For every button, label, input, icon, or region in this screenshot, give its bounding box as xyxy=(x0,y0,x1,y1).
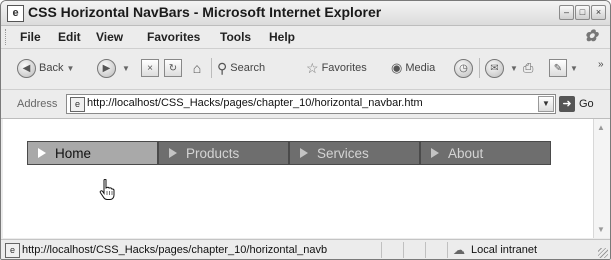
triangle-right-icon xyxy=(431,148,439,158)
scroll-down-icon[interactable]: ▼ xyxy=(597,225,605,234)
title-bar: e CSS Horizontal NavBars - Microsoft Int… xyxy=(1,1,610,26)
scroll-up-icon[interactable]: ▲ xyxy=(597,123,605,132)
menu-favorites[interactable]: Favorites xyxy=(147,30,200,44)
address-bar: Address e http://localhost/CSS_Hacks/pag… xyxy=(1,90,610,119)
minimize-button[interactable]: – xyxy=(559,5,574,20)
menu-help[interactable]: Help xyxy=(269,30,295,44)
print-button[interactable]: ⎙ xyxy=(523,57,533,79)
status-divider xyxy=(381,242,382,258)
stop-icon: × xyxy=(141,59,159,77)
status-bar: e http://localhost/CSS_Hacks/pages/chapt… xyxy=(1,239,610,259)
refresh-button[interactable]: ↻ xyxy=(164,57,182,79)
forward-arrow-icon: ▶ xyxy=(97,58,116,78)
status-divider xyxy=(403,242,404,258)
menu-bar: File Edit View Favorites Tools Help ✿ xyxy=(1,26,610,49)
windows-logo-icon: ✿ xyxy=(584,28,598,45)
media-button[interactable]: ◉ Media xyxy=(391,57,435,79)
toolbar-separator xyxy=(479,58,480,78)
chevron-down-icon: ▼ xyxy=(510,63,518,73)
go-label: Go xyxy=(579,98,594,110)
search-button[interactable]: ⚲ Search xyxy=(217,57,265,79)
address-url[interactable]: http://localhost/CSS_Hacks/pages/chapter… xyxy=(87,97,423,109)
back-label: Back xyxy=(39,62,64,74)
home-button[interactable]: ⌂ xyxy=(189,57,205,79)
security-zone: Local intranet xyxy=(471,244,538,256)
vertical-scrollbar[interactable]: ▲ ▼ xyxy=(593,119,610,238)
mail-button[interactable]: ✉ ▼ xyxy=(485,57,518,79)
nav-item-label: Products xyxy=(186,145,240,161)
nav-item-label: About xyxy=(448,145,484,161)
nav-item-about[interactable]: About xyxy=(420,141,551,165)
window-controls: – □ × xyxy=(559,5,606,20)
status-divider xyxy=(425,242,426,258)
star-icon: ☆ xyxy=(306,59,319,76)
horizontal-navbar: Home Products Services About xyxy=(27,141,551,165)
resize-grip[interactable] xyxy=(598,248,608,258)
print-icon: ⎙ xyxy=(523,60,534,75)
triangle-right-icon xyxy=(169,148,177,158)
menu-tools[interactable]: Tools xyxy=(220,30,251,44)
nav-item-products[interactable]: Products xyxy=(158,141,289,165)
window-title: CSS Horizontal NavBars - Microsoft Inter… xyxy=(28,4,382,20)
media-label: Media xyxy=(405,62,436,74)
menu-edit[interactable]: Edit xyxy=(58,30,81,44)
close-button[interactable]: × xyxy=(591,5,606,20)
history-icon: ◷ xyxy=(454,58,473,78)
toolbar-overflow-icon[interactable]: » xyxy=(598,53,604,75)
menu-view[interactable]: View xyxy=(96,30,123,44)
chevron-down-icon[interactable]: ▼ xyxy=(538,96,554,112)
chevron-down-icon: ▼ xyxy=(122,63,130,73)
chevron-down-icon: ▼ xyxy=(570,63,578,73)
status-divider xyxy=(447,242,448,258)
maximize-button[interactable]: □ xyxy=(575,5,590,20)
edit-button[interactable]: ✎ ▼ xyxy=(549,57,578,79)
stop-button[interactable]: × xyxy=(141,57,159,79)
triangle-right-icon xyxy=(300,148,308,158)
standard-toolbar: ◀ Back ▼ ▶ ▼ × ↻ ⌂ ⚲ Search ☆ Favorites … xyxy=(1,49,610,90)
go-button[interactable]: ➜ Go xyxy=(559,94,594,114)
triangle-right-icon xyxy=(38,148,46,158)
ie-app-icon[interactable]: e xyxy=(7,5,24,22)
chevron-down-icon: ▼ xyxy=(66,63,75,73)
refresh-icon: ↻ xyxy=(164,59,182,77)
toolbar-separator xyxy=(211,58,212,78)
search-label: Search xyxy=(230,62,266,74)
page-content: Home Products Services About xyxy=(3,119,593,238)
back-button[interactable]: ◀ Back ▼ xyxy=(17,57,74,79)
search-icon: ⚲ xyxy=(217,59,228,76)
page-icon: e xyxy=(5,243,20,258)
media-icon: ◉ xyxy=(391,60,403,75)
intranet-icon: ☁ xyxy=(453,243,465,257)
forward-button[interactable]: ▶ ▼ xyxy=(97,57,130,79)
go-arrow-icon: ➜ xyxy=(559,96,575,112)
nav-item-home[interactable]: Home xyxy=(27,141,158,165)
address-field[interactable]: e http://localhost/CSS_Hacks/pages/chapt… xyxy=(66,94,556,114)
mail-icon: ✉ xyxy=(485,58,504,78)
home-icon: ⌂ xyxy=(192,60,202,76)
favorites-label: Favorites xyxy=(321,62,367,74)
nav-item-services[interactable]: Services xyxy=(289,141,420,165)
address-label: Address xyxy=(17,98,58,110)
nav-item-label: Services xyxy=(317,145,369,161)
hand-cursor-icon xyxy=(99,179,115,200)
edit-icon: ✎ xyxy=(549,59,567,77)
browser-window: e CSS Horizontal NavBars - Microsoft Int… xyxy=(0,0,611,260)
back-arrow-icon: ◀ xyxy=(17,58,36,78)
history-button[interactable]: ◷ xyxy=(454,57,476,79)
toolbar-grip[interactable] xyxy=(5,29,9,45)
favorites-button[interactable]: ☆ Favorites xyxy=(306,57,367,79)
status-text: http://localhost/CSS_Hacks/pages/chapter… xyxy=(22,244,328,256)
nav-item-label: Home xyxy=(55,145,92,161)
page-icon: e xyxy=(70,97,85,112)
menu-file[interactable]: File xyxy=(20,30,41,44)
